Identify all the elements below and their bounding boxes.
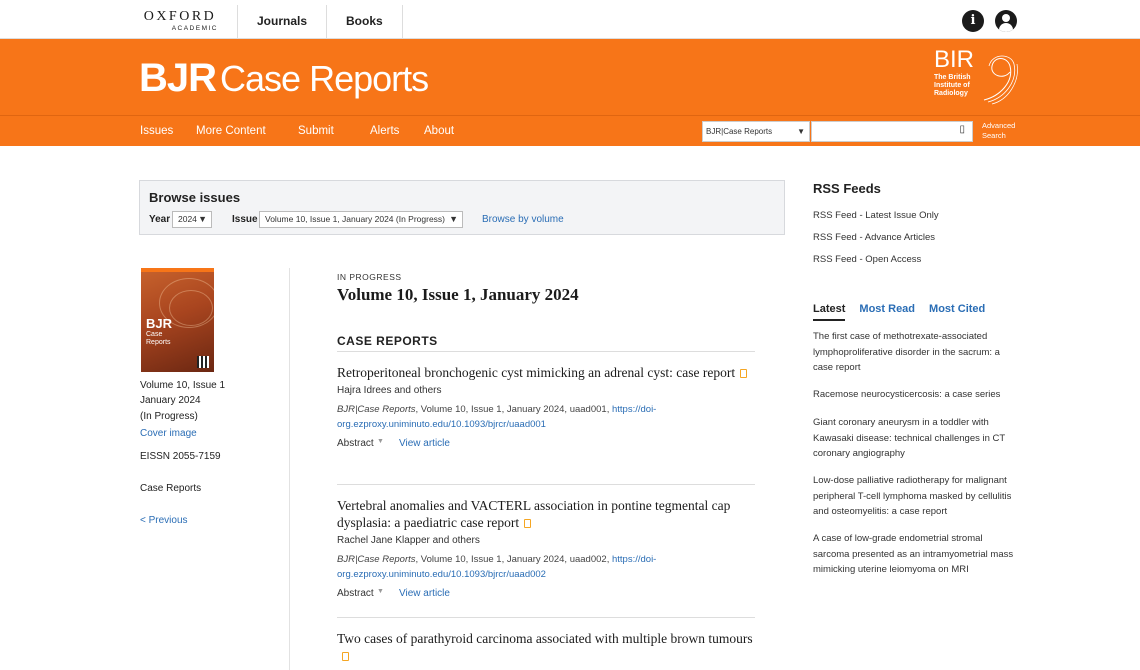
view-article-link[interactable]: View article: [399, 588, 450, 599]
cover-title: BJR: [146, 316, 173, 331]
year-value: 2024: [178, 214, 197, 224]
previous-issue-link[interactable]: < Previous: [140, 513, 188, 528]
section-divider: [337, 351, 755, 352]
article-item: Vertebral anomalies and VACTERL associat…: [337, 497, 757, 602]
qr-code-icon: [197, 356, 209, 368]
article-title-link[interactable]: Two cases of parathyroid carcinoma assoc…: [337, 631, 753, 646]
issue-value: Volume 10, Issue 1, January 2024 (In Pro…: [265, 214, 446, 224]
search-scope-select[interactable]: BJR|Case Reports ▼: [702, 121, 810, 142]
year-label: Year: [149, 214, 171, 225]
top-nav: Journals Books: [237, 5, 403, 39]
article-divider: [337, 484, 755, 485]
open-access-icon: [740, 369, 748, 378]
advanced-line1: Advanced: [982, 121, 1016, 130]
oxford-academic-logo[interactable]: OXFORD ACADEMIC: [140, 9, 220, 33]
cover-sub2: Reports: [146, 339, 171, 346]
chevron-down-icon: ▼: [449, 214, 458, 224]
bir-society-logo[interactable]: BIR The British Institute of Radiology: [934, 48, 1024, 108]
latest-article-link[interactable]: Racemose neurocysticercosis: a case seri…: [813, 387, 1018, 403]
issue-label: Issue: [232, 214, 258, 225]
volume-line1: Volume 10, Issue 1: [140, 380, 226, 391]
chevron-down-icon: ▼: [377, 438, 384, 445]
latest-article-link[interactable]: Giant coronary aneurysm in a toddler wit…: [813, 415, 1018, 462]
journal-nav: Issues More Content Submit Alerts About …: [0, 115, 1140, 146]
citation-text: , Volume 10, Issue 1, January 2024, uaad…: [415, 404, 612, 415]
chevron-down-icon: ▼: [797, 127, 805, 136]
nav-about[interactable]: About: [424, 125, 454, 137]
chevron-down-icon: ▼: [377, 588, 384, 595]
article-links: Abstract ▼ View article: [337, 438, 757, 452]
info-icon[interactable]: i: [962, 10, 984, 32]
nav-more-content[interactable]: More Content: [196, 125, 266, 137]
issue-title: Volume 10, Issue 1, January 2024: [337, 285, 579, 304]
article-tabs: Latest Most Read Most Cited: [813, 303, 999, 321]
brand-bold: BJR: [139, 56, 217, 100]
top-bar: OXFORD ACADEMIC Journals Books i: [0, 0, 1140, 39]
issue-select[interactable]: Volume 10, Issue 1, January 2024 (In Pro…: [259, 211, 463, 228]
article-title-link[interactable]: Retroperitoneal bronchogenic cyst mimick…: [337, 365, 735, 380]
logo-line2: ACADEMIC: [171, 25, 218, 32]
open-access-icon: [342, 652, 349, 661]
year-select[interactable]: 2024 ▼: [172, 211, 212, 228]
latest-article-link[interactable]: The first case of methotrexate-associate…: [813, 329, 1018, 376]
tab-latest[interactable]: Latest: [813, 303, 845, 315]
open-access-icon: [524, 519, 532, 528]
view-article-link[interactable]: View article: [399, 438, 450, 449]
browse-title: Browse issues: [149, 190, 241, 205]
journal-logo[interactable]: BJR Case Reports: [139, 56, 429, 101]
rss-open-access-link[interactable]: RSS Feed - Open Access: [813, 254, 921, 265]
cover-sub1: Case: [146, 331, 163, 338]
cover-thumbnail[interactable]: BJR Case Reports: [141, 268, 214, 372]
advanced-line2: Search: [982, 131, 1006, 140]
article-title-link[interactable]: Vertebral anomalies and VACTERL associat…: [337, 498, 730, 530]
nav-issues[interactable]: Issues: [140, 125, 173, 137]
tab-most-cited[interactable]: Most Cited: [929, 303, 985, 315]
volume-line3: (In Progress): [140, 411, 198, 422]
bir-swirl-icon: [983, 55, 1018, 105]
nav-submit[interactable]: Submit: [298, 125, 334, 137]
volume-line2: January 2024: [140, 395, 201, 406]
abstract-toggle[interactable]: Abstract: [337, 588, 374, 599]
journal-name: BJR|Case Reports: [337, 554, 416, 565]
cover-image-link[interactable]: Cover image: [140, 426, 197, 441]
issue-status: IN PROGRESS: [337, 272, 402, 282]
browse-issues-panel: Browse issues Year 2024 ▼ Issue Volume 1…: [139, 180, 785, 235]
article-item: Retroperitoneal bronchogenic cyst mimick…: [337, 364, 757, 452]
chevron-down-icon: ▼: [198, 214, 207, 224]
article-links: Abstract ▼ View article: [337, 588, 757, 602]
active-tab-underline: [813, 319, 845, 321]
advanced-search-link[interactable]: Advanced Search: [982, 121, 1015, 141]
abstract-toggle[interactable]: Abstract: [337, 438, 374, 449]
column-divider: [289, 268, 290, 670]
search-input[interactable]: ▯: [811, 121, 973, 142]
citation-text: , Volume 10, Issue 1, January 2024, uaad…: [415, 554, 612, 565]
article-authors: Rachel Jane Klapper and others: [337, 535, 480, 546]
eissn: EISSN 2055-7159: [140, 451, 221, 462]
tab-most-read[interactable]: Most Read: [859, 303, 915, 315]
logo-line1: OXFORD: [143, 9, 217, 24]
brand-light: Case Reports: [220, 58, 429, 99]
article-citation: BJR|Case Reports, Volume 10, Issue 1, Ja…: [337, 552, 757, 582]
nav-alerts[interactable]: Alerts: [370, 125, 399, 137]
top-nav-journals[interactable]: Journals: [237, 5, 326, 39]
top-nav-books[interactable]: Books: [326, 5, 403, 39]
browse-by-volume-link[interactable]: Browse by volume: [482, 214, 564, 225]
section-heading: CASE REPORTS: [337, 334, 438, 348]
user-account-icon[interactable]: [995, 10, 1017, 32]
latest-article-link[interactable]: A case of low-grade endometrial stromal …: [813, 531, 1018, 578]
rss-feeds-heading: RSS Feeds: [813, 181, 881, 196]
rss-latest-issue-link[interactable]: RSS Feed - Latest Issue Only: [813, 210, 939, 221]
search-icon[interactable]: ▯: [959, 124, 965, 135]
latest-article-link[interactable]: Low-dose palliative radiotherapy for mal…: [813, 473, 1018, 520]
article-item: Two cases of parathyroid carcinoma assoc…: [337, 630, 757, 664]
article-divider: [337, 617, 755, 618]
category-label: Case Reports: [140, 483, 202, 494]
rss-advance-articles-link[interactable]: RSS Feed - Advance Articles: [813, 232, 935, 243]
article-citation: BJR|Case Reports, Volume 10, Issue 1, Ja…: [337, 402, 757, 432]
journal-name: BJR|Case Reports: [337, 404, 416, 415]
article-authors: Hajra Idrees and others: [337, 385, 442, 396]
search-scope-value: BJR|Case Reports: [706, 127, 773, 136]
